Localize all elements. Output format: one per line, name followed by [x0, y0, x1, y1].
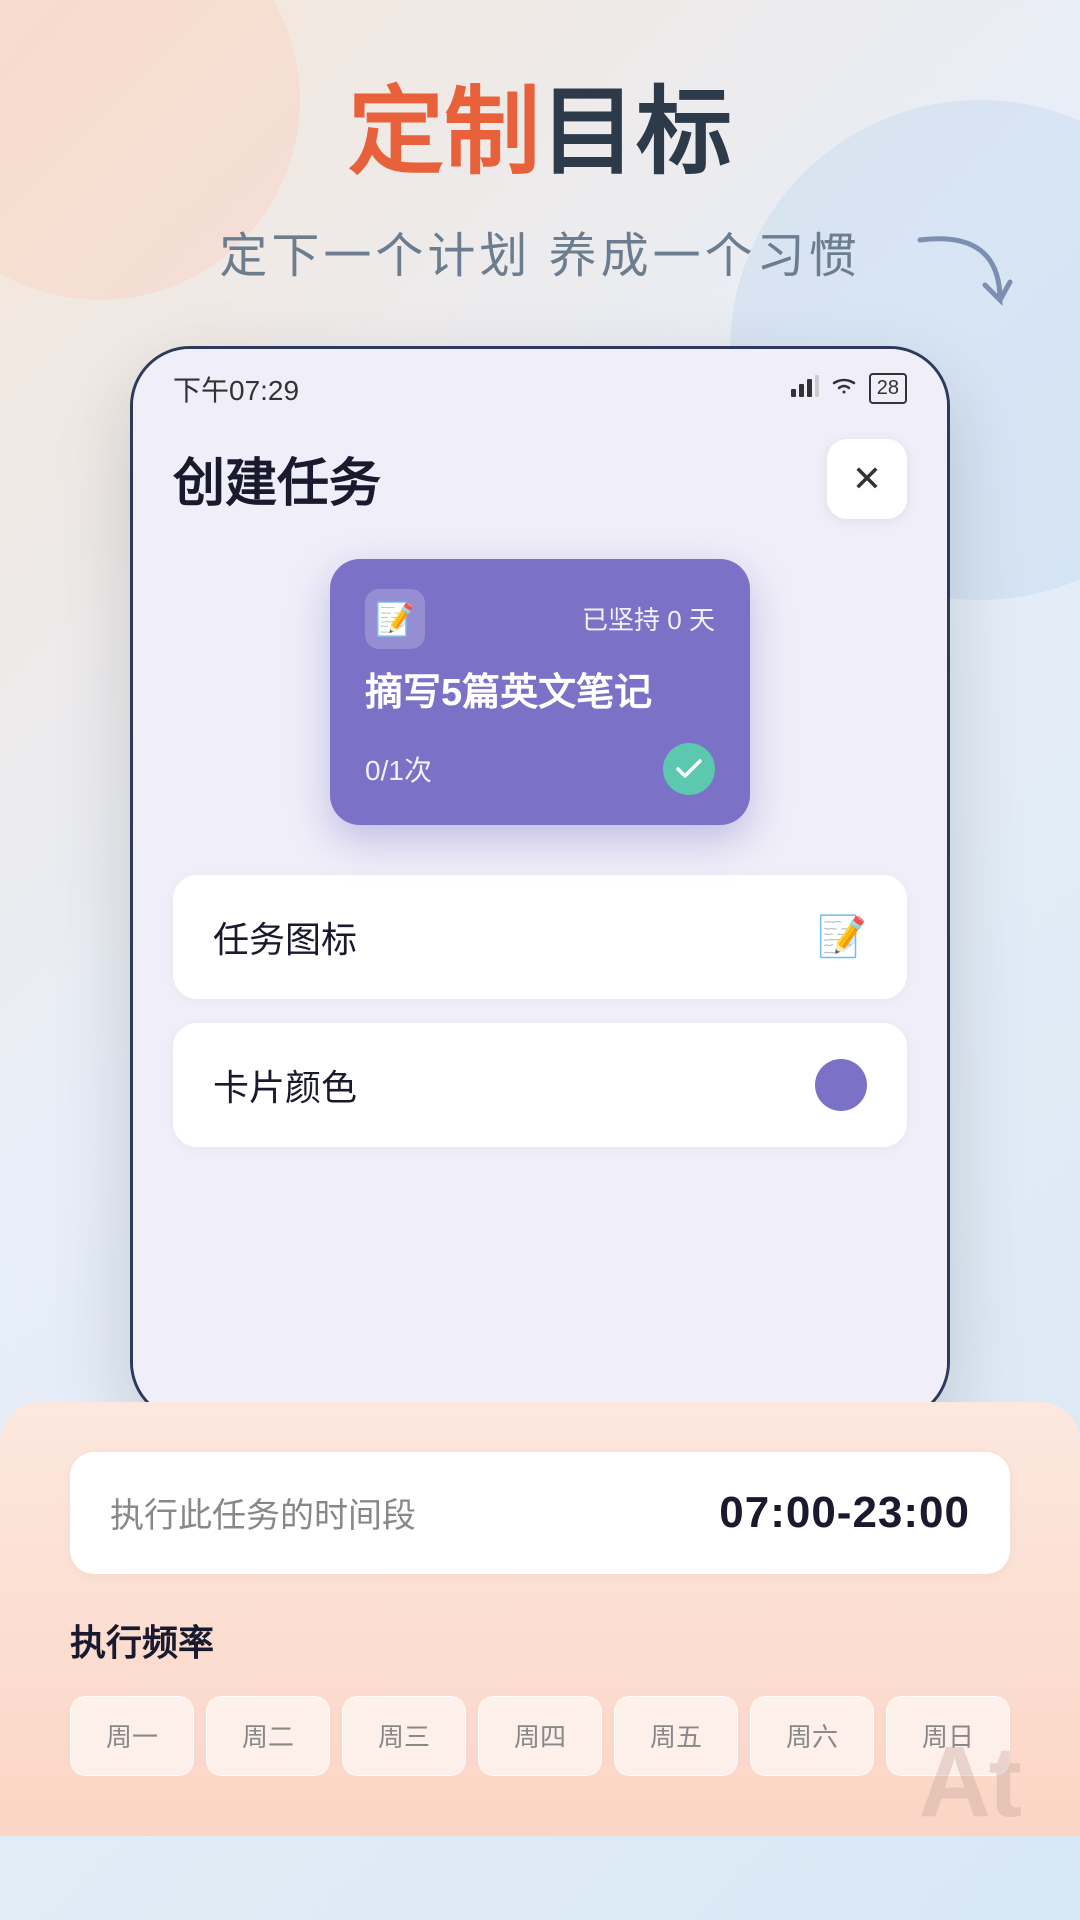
- title-part1: 定制: [348, 79, 540, 186]
- task-icon-row[interactable]: 任务图标 📝: [173, 875, 907, 999]
- task-icon-label: 任务图标: [213, 911, 357, 963]
- time-label: 执行此任务的时间段: [110, 1488, 416, 1537]
- time-row[interactable]: 执行此任务的时间段 07:00-23:00: [70, 1452, 1010, 1574]
- task-card: 📝 已坚持 0 天 摘写5篇英文笔记 0/1次: [330, 559, 750, 825]
- weekday-fri[interactable]: 周五: [614, 1696, 738, 1776]
- frequency-section: 执行频率 周一 周二 周三 周四 周五 周六 周日: [70, 1614, 1010, 1776]
- weekday-thu[interactable]: 周四: [478, 1696, 602, 1776]
- signal-icon: [791, 375, 819, 403]
- task-card-preview: 📝 已坚持 0 天 摘写5篇英文笔记 0/1次: [173, 559, 907, 825]
- status-icons: 28: [791, 373, 907, 404]
- status-bar: 下午07:29: [133, 349, 947, 419]
- at-text-container: At: [918, 1725, 1020, 1840]
- subtitle: 定下一个计划 养成一个习惯: [219, 216, 860, 286]
- at-text: At: [918, 1726, 1020, 1838]
- weekday-mon[interactable]: 周一: [70, 1696, 194, 1776]
- app-content: 创建任务 ✕ 📝 已坚持 0 天 摘写5篇英文笔记: [133, 419, 947, 1419]
- main-title: 定制目标: [40, 80, 1040, 186]
- wifi-icon: [831, 376, 857, 402]
- status-time: 下午07:29: [173, 369, 299, 409]
- time-value: 07:00-23:00: [719, 1488, 970, 1538]
- weekday-row: 周一 周二 周三 周四 周五 周六 周日: [70, 1696, 1010, 1776]
- card-color-label: 卡片颜色: [213, 1059, 357, 1111]
- task-icon-value: 📝: [817, 913, 867, 960]
- card-icon: 📝: [365, 589, 425, 649]
- color-circle: [815, 1059, 867, 1111]
- close-button[interactable]: ✕: [827, 439, 907, 519]
- card-streak: 已坚持 0 天: [582, 600, 715, 637]
- weekday-tue[interactable]: 周二: [206, 1696, 330, 1776]
- title-part2: 目标: [540, 79, 732, 186]
- battery-icon: 28: [869, 373, 907, 404]
- card-progress: 0/1次: [365, 749, 432, 789]
- battery-level: 28: [877, 377, 899, 400]
- weekday-sat[interactable]: 周六: [750, 1696, 874, 1776]
- weekday-wed[interactable]: 周三: [342, 1696, 466, 1776]
- card-bottom-row: 0/1次: [365, 743, 715, 795]
- card-color-row[interactable]: 卡片颜色: [173, 1023, 907, 1147]
- phone-mockup: 下午07:29: [130, 346, 950, 1422]
- content-header: 创建任务 ✕: [173, 439, 907, 519]
- frequency-title: 执行频率: [70, 1614, 1010, 1666]
- header-section: 定制目标 定下一个计划 养成一个习惯: [0, 0, 1080, 326]
- page-title: 创建任务: [173, 441, 381, 516]
- card-check-button[interactable]: [663, 743, 715, 795]
- card-top-row: 📝 已坚持 0 天: [365, 589, 715, 649]
- card-task-name: 摘写5篇英文笔记: [365, 669, 715, 718]
- close-icon: ✕: [852, 458, 882, 500]
- phone-container: 下午07:29: [0, 346, 1080, 1422]
